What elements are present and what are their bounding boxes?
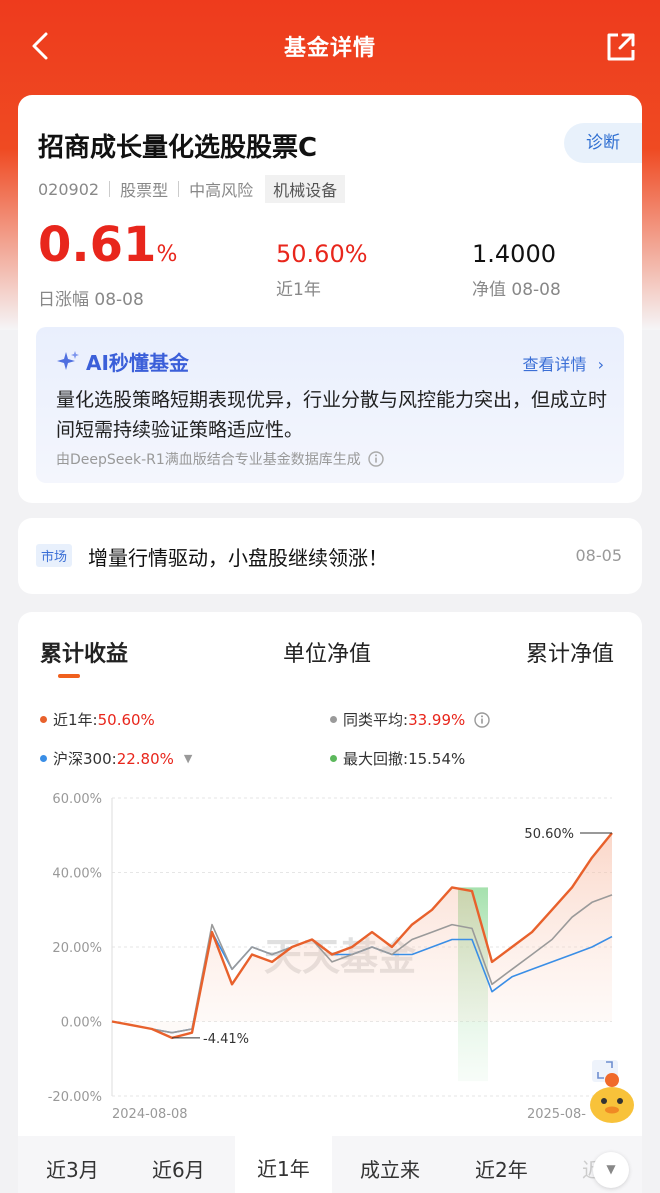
divider (109, 181, 111, 197)
chevron-right-icon: › (597, 355, 604, 374)
news-tag: 市场 (36, 544, 73, 567)
share-icon[interactable] (604, 30, 638, 64)
news-card[interactable]: 市场 增量行情驱动，小盘股继续领涨！ 08-05 (18, 518, 642, 594)
tab-unit-nav[interactable]: 单位净值 (283, 636, 371, 668)
legend-fund-label: 近1年: (53, 711, 98, 729)
x-tick-label: 2024-08-08 (112, 1107, 188, 1122)
daily-change-stat: 0.61% 日涨幅 08-08 (38, 221, 177, 310)
y-tick-label: -20.00% (48, 1090, 102, 1105)
ai-footnote: 由DeepSeek-R1满血版结合专业基金数据库生成 (56, 449, 385, 469)
ai-footnote-text: 由DeepSeek-R1满血版结合专业基金数据库生成 (56, 452, 361, 468)
triangle-down-icon[interactable]: ▼ (184, 752, 192, 765)
legend-index-value: 22.80% (116, 749, 174, 768)
news-date: 08-05 (575, 546, 623, 565)
ai-more-link[interactable]: 查看详情 › (522, 351, 604, 375)
x-tick-label: 2025-08- (527, 1107, 586, 1122)
ai-title: AI秒懂基金 (56, 347, 189, 376)
year-return-value: 50.60% (276, 240, 368, 268)
top-bar: 基金详情 (0, 0, 660, 95)
legend-drawdown-value: 15.54% (408, 749, 466, 768)
legend-dot (330, 755, 337, 762)
legend-peer: 同类平均: 33.99% (330, 709, 491, 730)
return-chart[interactable]: 天天基金 60.00%40.00%20.00%0.00%-20.00%2024-… (0, 780, 660, 1136)
ai-summary-text: 量化选股策略短期表现优异，行业分散与风控能力突出，但成立时间短需持续验证策略适应… (56, 389, 608, 441)
ai-title-text: AI秒懂基金 (86, 351, 189, 375)
info-icon[interactable] (367, 450, 385, 468)
chart-tabs: 累计收益 单位净值 累计净值 (18, 636, 642, 676)
fund-code: 020902 (38, 179, 100, 199)
y-tick-label: 0.00% (61, 1016, 102, 1031)
period-2y[interactable]: 近2年 (475, 1154, 528, 1183)
y-tick-label: 60.00% (52, 792, 102, 807)
legend-fund-value: 50.60% (97, 710, 155, 729)
year-return-label: 近1年 (276, 280, 321, 300)
nav-label: 净值 08-08 (472, 280, 561, 300)
fund-risk: 中高风险 (189, 181, 254, 200)
divider (178, 181, 180, 197)
chevron-down-icon[interactable]: ▼ (593, 1152, 629, 1188)
daily-change-value: 0.61 (38, 217, 157, 273)
year-return-stat: 50.60% 近1年 (276, 239, 368, 300)
fund-type: 股票型 (120, 181, 169, 200)
legend-drawdown: 最大回撤: 15.54% (330, 748, 465, 769)
fund-summary-card: 招商成长量化选股股票C 诊断 020902 股票型 中高风险 机械设备 0.61… (18, 95, 642, 503)
news-headline: 增量行情驱动，小盘股继续领涨！ (88, 546, 388, 570)
legend-peer-label: 同类平均: (343, 711, 409, 729)
legend-dot (330, 716, 337, 723)
period-3m[interactable]: 近3月 (46, 1154, 99, 1183)
daily-change-label: 日涨幅 08-08 (38, 290, 144, 310)
legend-dot (40, 755, 47, 762)
nav-value: 1.4000 (472, 240, 556, 268)
legend-index-label: 沪深300: (53, 750, 117, 768)
ai-summary-box[interactable]: AI秒懂基金 查看详情 › 量化选股策略短期表现优异，行业分散与风控能力突出，但… (36, 327, 624, 483)
diagnose-button[interactable]: 诊断 (564, 123, 642, 163)
period-6m[interactable]: 近6月 (152, 1154, 205, 1183)
legend-drawdown-label: 最大回撤: (343, 750, 409, 768)
period-since-inception[interactable]: 成立来 (360, 1154, 420, 1183)
tab-cumulative-return[interactable]: 累计收益 (40, 636, 128, 668)
legend-dot (40, 716, 47, 723)
active-tab-indicator (58, 674, 80, 678)
y-tick-label: 40.00% (52, 867, 102, 882)
page-title: 基金详情 (283, 36, 376, 61)
info-icon[interactable] (473, 711, 491, 729)
daily-change-unit: % (156, 242, 178, 267)
fund-tags: 020902 股票型 中高风险 机械设备 (38, 175, 346, 203)
period-selector: 近3月 近6月 近1年 成立来 近2年 近 ▼ (18, 1136, 642, 1193)
fund-name: 招商成长量化选股股票C (38, 133, 318, 163)
legend-fund: 近1年: 50.60% (40, 709, 155, 730)
y-tick-label: 20.00% (52, 941, 102, 956)
legend-peer-value: 33.99% (408, 710, 466, 729)
period-1y[interactable]: 近1年 (235, 1136, 332, 1193)
tab-cumulative-nav[interactable]: 累计净值 (526, 636, 614, 668)
nav-stat: 1.4000 净值 08-08 (472, 239, 561, 300)
legend-index[interactable]: 沪深300: 22.80% ▼ (40, 748, 192, 769)
sparkle-icon (57, 350, 79, 370)
annotation-max: 50.60% (524, 827, 574, 842)
ai-more-label: 查看详情 (522, 355, 587, 374)
annotation-min: -4.41% (203, 1032, 249, 1047)
industry-tag[interactable]: 机械设备 (265, 175, 346, 203)
